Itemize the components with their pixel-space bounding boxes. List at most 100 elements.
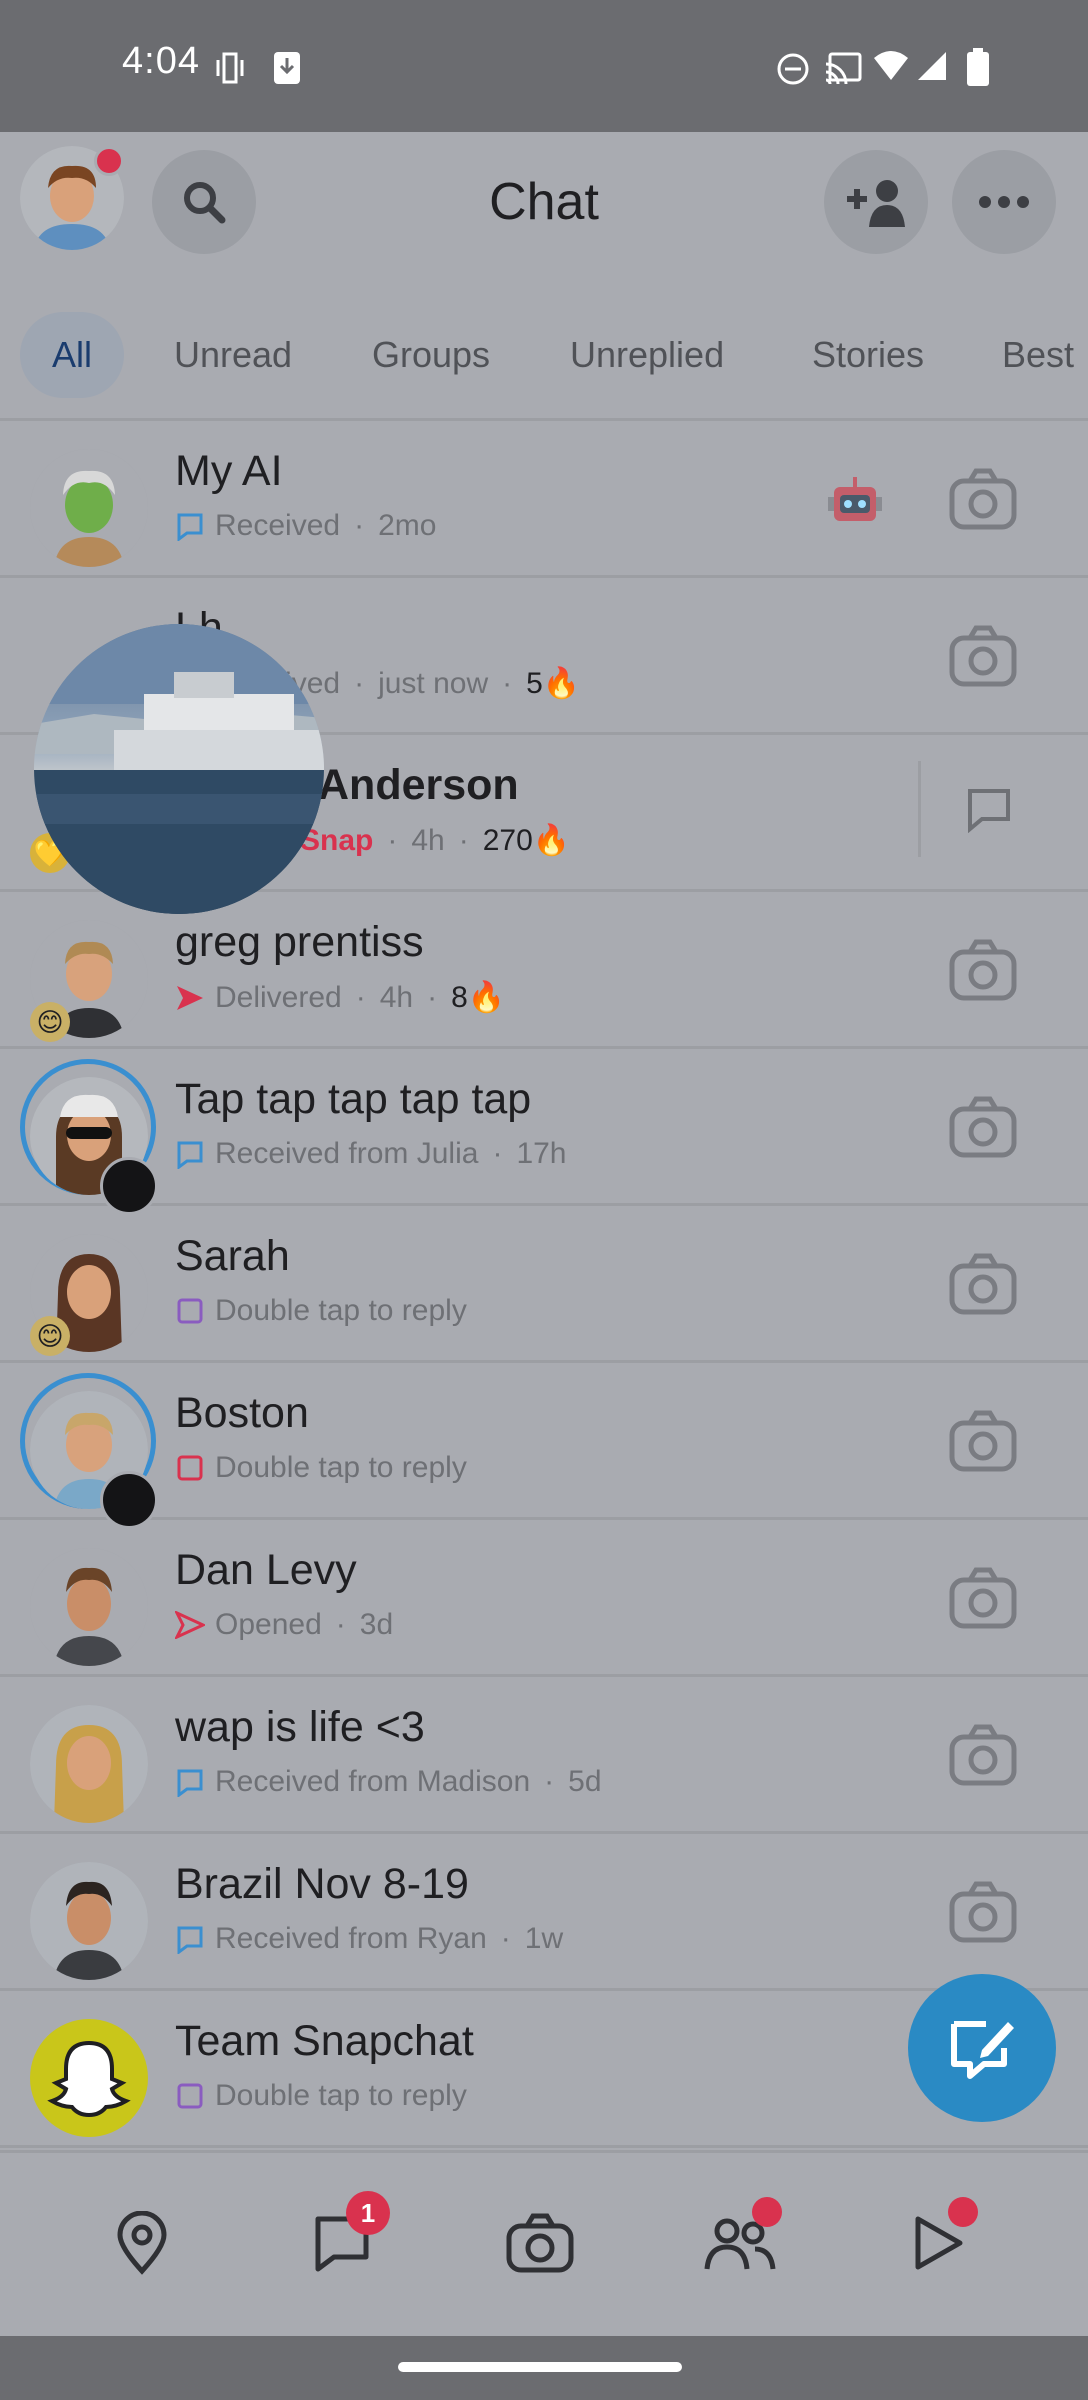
chat-tab[interactable]: 1 — [302, 2191, 390, 2283]
snap-square-icon — [177, 1455, 203, 1481]
chat-row[interactable]: wap is life <3 Received from Madison · 5… — [0, 1677, 1088, 1834]
chat-row[interactable]: Tap tap tap tap tap Received from Julia … — [0, 1049, 1088, 1215]
chat-status: Received from Ryan · 1w — [175, 1922, 563, 1956]
status-bar: 4:04 — [0, 0, 1088, 132]
status-text: Double tap to reply — [215, 1451, 467, 1484]
tab-unread[interactable]: Unread — [142, 312, 324, 398]
map-icon — [117, 2211, 167, 2275]
tab-groups[interactable]: Groups — [340, 312, 522, 398]
status-time: 5d — [568, 1765, 602, 1798]
separator-dot: · — [335, 1608, 346, 1641]
camera-reply-icon[interactable] — [948, 1407, 1018, 1477]
received-chat-icon — [177, 1141, 203, 1169]
group-avatar — [30, 1705, 148, 1823]
cast-icon — [825, 52, 862, 84]
chat-name: wap is life <3 — [175, 1703, 425, 1751]
battery-icon — [967, 48, 989, 86]
received-chat-icon — [177, 1769, 203, 1797]
separator-dot: · — [492, 1137, 503, 1170]
more-options-button[interactable] — [952, 150, 1056, 254]
add-friend-button[interactable] — [824, 150, 928, 254]
dnd-icon — [777, 53, 809, 85]
chat-square-icon — [177, 2083, 203, 2109]
chat-name: greg prentiss — [175, 918, 424, 966]
avatar — [30, 449, 148, 567]
chat-header: Chat — [0, 132, 1088, 288]
vibrate-icon — [216, 52, 244, 84]
avatar — [30, 1705, 148, 1823]
wifi-icon — [874, 51, 908, 80]
separator-dot: · — [387, 823, 398, 857]
chat-square-icon — [177, 1298, 203, 1324]
friend-emoji-badge: 😊 — [30, 1002, 70, 1042]
status-time: 17h — [516, 1137, 567, 1170]
camera-reply-icon[interactable] — [948, 1093, 1018, 1163]
fire-icon: 🔥 — [542, 667, 581, 700]
avatar — [30, 1862, 148, 1980]
chat-row[interactable]: Boston Double tap to reply — [0, 1363, 1088, 1529]
chat-status: Snap · 4h · 270 🔥 — [300, 823, 570, 858]
camera-reply-icon[interactable] — [948, 1250, 1018, 1320]
chat-row[interactable]: 😊 Sarah Double tap to reply — [0, 1206, 1088, 1363]
streak-count: 270 — [482, 823, 533, 857]
separator-dot: · — [458, 823, 469, 857]
camera-reply-icon[interactable] — [948, 622, 1018, 692]
tab-all[interactable]: All — [20, 312, 125, 398]
chat-name: Dan Levy — [175, 1546, 357, 1594]
status-time: 4h — [411, 823, 445, 857]
chat-name: My AI — [175, 447, 283, 495]
tab-unreplied[interactable]: Unreplied — [538, 312, 756, 398]
streak-count: 5 — [526, 666, 543, 700]
map-tab[interactable] — [102, 2203, 182, 2283]
chat-row[interactable]: Dan Levy Opened · 3d — [0, 1520, 1088, 1677]
avatar — [30, 1548, 148, 1666]
separator-dot: · — [500, 1922, 511, 1955]
status-text: Opened — [215, 1608, 322, 1641]
status-time: 1w — [524, 1922, 564, 1955]
chat-row[interactable]: My AI Received · 2mo — [0, 421, 1088, 578]
camera-tab[interactable] — [500, 2203, 580, 2283]
separator-dot: · — [355, 980, 366, 1014]
stories-tab[interactable] — [898, 2197, 978, 2283]
tab-stories[interactable]: Stories — [780, 312, 956, 398]
status-text: Double tap to reply — [215, 2079, 467, 2112]
camera-reply-icon[interactable] — [948, 1878, 1018, 1948]
separator-dot: · — [502, 666, 513, 700]
camera-icon — [506, 2213, 574, 2273]
chat-status: Double tap to reply — [175, 2079, 467, 2113]
compose-icon — [951, 2021, 1014, 2079]
new-chat-button[interactable] — [908, 1974, 1056, 2122]
chat-name: Sarah — [175, 1232, 290, 1280]
status-time: 2mo — [378, 509, 437, 542]
status-text: Double tap to reply — [215, 1294, 467, 1327]
status-text: Received — [215, 509, 341, 542]
camera-reply-icon[interactable] — [948, 1564, 1018, 1634]
friends-tab[interactable] — [700, 2197, 782, 2283]
chat-bubble-icon[interactable] — [966, 787, 1012, 833]
chat-status: Double tap to reply — [175, 1451, 467, 1485]
chat-status: Received from Madison · 5d — [175, 1765, 602, 1799]
system-navigation-bar — [0, 2336, 1088, 2400]
home-indicator[interactable] — [398, 2362, 682, 2372]
opened-arrow-icon — [175, 1611, 205, 1639]
chat-name: Boston — [175, 1389, 309, 1437]
camera-reply-icon[interactable] — [948, 465, 1018, 535]
group-avatar — [30, 1862, 148, 1980]
chat-name: Tap tap tap tap tap — [175, 1075, 532, 1123]
chat-status: Received · 2mo — [175, 509, 436, 543]
add-friend-icon — [847, 180, 905, 227]
tab-best[interactable]: Best — [970, 312, 1088, 398]
divider — [918, 761, 921, 857]
streak-count: 8 — [451, 980, 468, 1014]
camera-reply-icon[interactable] — [948, 1721, 1018, 1791]
status-time: 4h — [379, 980, 414, 1014]
more-icon — [979, 196, 1029, 208]
status-text: Received from Ryan — [215, 1922, 487, 1955]
chat-status: Received from Julia · 17h — [175, 1137, 567, 1171]
friend-emoji-badge: 😊 — [30, 1316, 70, 1356]
chat-row[interactable]: 😊 greg prentiss Delivered · 4h · 8 🔥 — [0, 892, 1088, 1049]
camera-reply-icon[interactable] — [948, 936, 1018, 1006]
chat-row[interactable]: Brazil Nov 8-19 Received from Ryan · 1w — [0, 1834, 1088, 1991]
floating-video-bubble[interactable] — [34, 624, 324, 914]
status-text: Received from Madison — [215, 1765, 531, 1798]
